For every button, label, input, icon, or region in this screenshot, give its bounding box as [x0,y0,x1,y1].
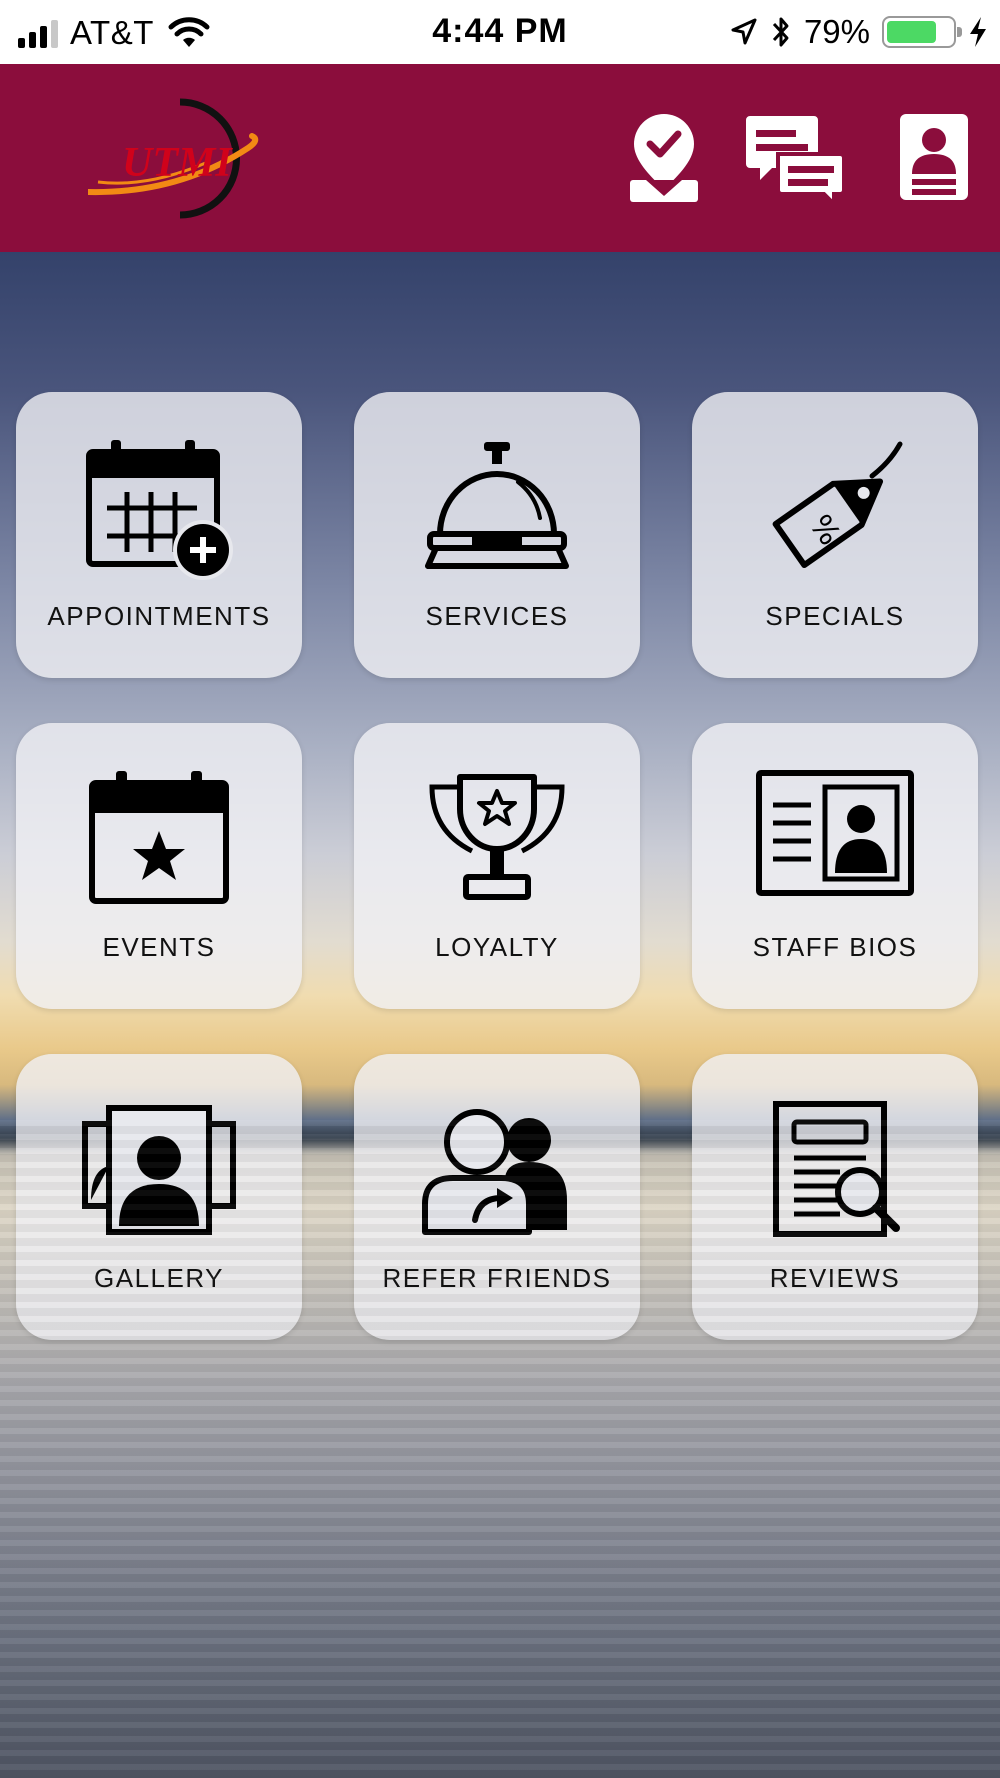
tile-label: EVENTS [102,932,216,962]
profile-icon[interactable] [898,112,970,202]
home-screen: AT&T 4:44 PM 79% UTMI APPOINTMENTS SERVI… [0,0,1000,1778]
messages-icon[interactable] [742,112,848,204]
status-bar: AT&T 4:44 PM 79% [0,0,1000,64]
app-header: UTMI [0,64,1000,252]
tile-reviews[interactable]: REVIEWS [692,1054,978,1340]
tile-services[interactable]: SERVICES [354,392,640,678]
location-arrow-icon [731,18,757,45]
calendar-add-icon [86,440,233,580]
check-in-icon[interactable] [628,110,700,204]
tile-label: GALLERY [94,1263,224,1293]
tile-label: SPECIALS [765,601,905,631]
battery-percent: 79% [803,13,870,50]
tile-events[interactable]: EVENTS [16,723,302,1009]
tile-label: STAFF BIOS [752,932,918,962]
tile-appointments[interactable]: APPOINTMENTS [16,392,302,678]
service-bell-icon [425,442,569,569]
id-card-icon [756,770,914,896]
tile-label: APPOINTMENTS [47,601,271,631]
reviews-icon [773,1101,900,1237]
tile-label: REFER FRIENDS [382,1263,612,1293]
discount-tag-icon: % [772,441,903,569]
bluetooth-icon [772,17,789,47]
svg-text:UTMI: UTMI [122,140,233,186]
tile-label: SERVICES [425,601,569,631]
tile-label: REVIEWS [769,1263,901,1293]
battery-icon [882,16,962,48]
utmi-logo[interactable]: UTMI [88,96,268,221]
tile-gallery[interactable]: GALLERY [16,1054,302,1340]
trophy-icon [429,774,565,900]
tile-loyalty[interactable]: LOYALTY [354,723,640,1009]
tile-refer-friends[interactable]: REFER FRIENDS [354,1054,640,1340]
tile-label: LOYALTY [435,932,559,962]
refer-friends-icon [422,1109,567,1235]
battery-fill [887,21,937,43]
gallery-icon [82,1105,236,1235]
tile-staff-bios[interactable]: STAFF BIOS [692,723,978,1009]
tile-specials[interactable]: % SPECIALS [692,392,978,678]
svg-text:%: % [802,509,847,552]
charging-bolt-icon [970,17,986,47]
calendar-star-icon [89,771,229,904]
